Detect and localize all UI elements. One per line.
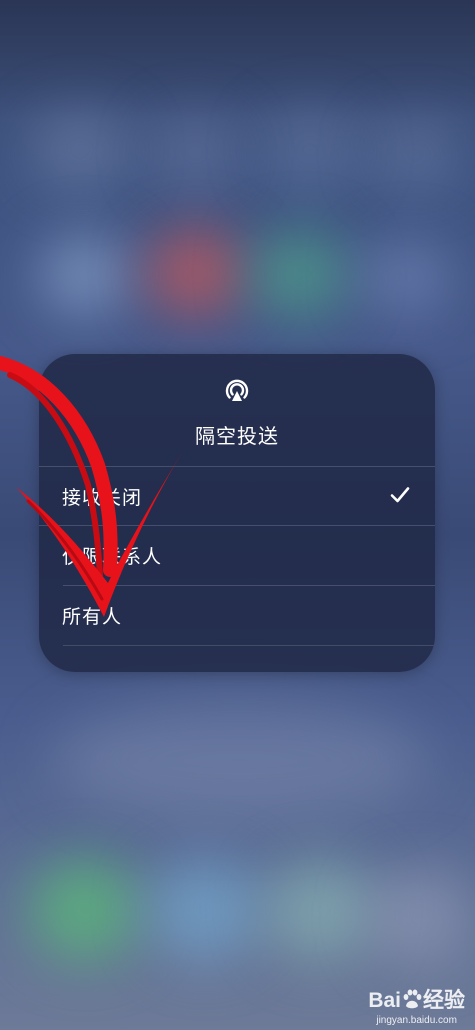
watermark-brand-prefix: Bai bbox=[368, 989, 401, 1012]
checkmark-icon bbox=[390, 487, 410, 503]
watermark-brand-suffix: 经验 bbox=[423, 989, 465, 1012]
red-arrow-annotation bbox=[0, 356, 183, 617]
paw-icon bbox=[403, 989, 422, 1009]
baidu-watermark: Bai 经验 jingyan.baidu.com bbox=[368, 984, 465, 1026]
airdrop-icon bbox=[225, 379, 249, 401]
divider bbox=[63, 645, 435, 646]
watermark-url: jingyan.baidu.com bbox=[376, 1015, 457, 1026]
